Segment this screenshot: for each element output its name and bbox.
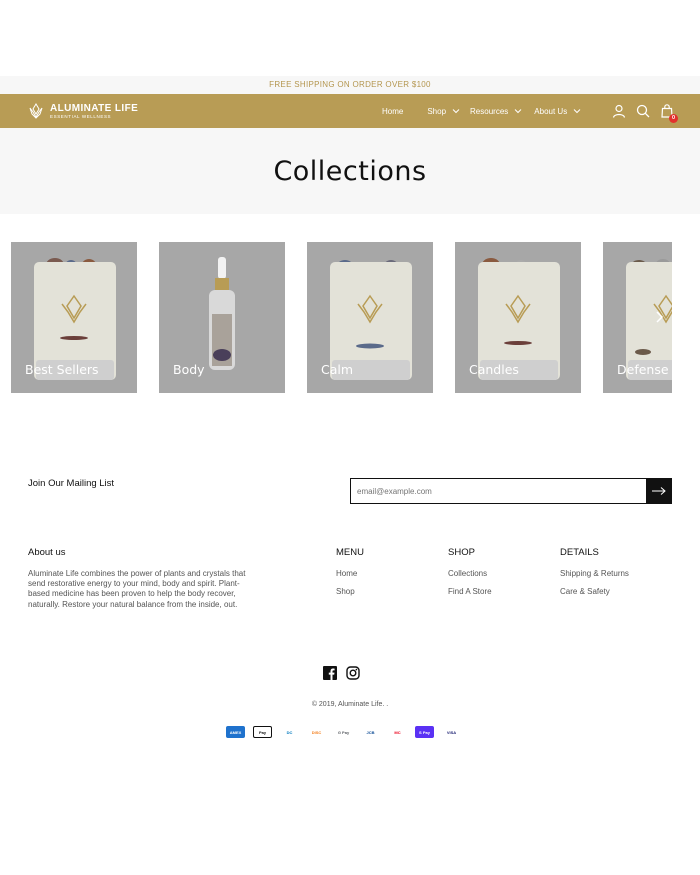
copyright-text: © 2019, Aluminate Life. . xyxy=(311,701,389,708)
collection-label: Defense xyxy=(617,362,669,377)
footer-link-collections[interactable]: Collections xyxy=(448,569,492,578)
nav-about[interactable]: About Us xyxy=(534,107,581,116)
footer-shop-heading: SHOP xyxy=(448,547,475,558)
nav-about-label: About Us xyxy=(534,106,568,116)
footer-about: About us Aluminate Life combines the pow… xyxy=(28,547,253,610)
collection-card-best-sellers[interactable]: Best Sellers xyxy=(11,242,137,393)
nav-shop-label: Shop xyxy=(427,106,447,116)
nav-resources-label: Resources xyxy=(470,106,509,116)
google-pay-icon: G Pay xyxy=(334,726,353,738)
instagram-icon[interactable] xyxy=(346,666,360,680)
cart-button[interactable]: 0 xyxy=(660,104,678,123)
account-icon[interactable] xyxy=(612,104,626,118)
collection-card-body[interactable]: Body xyxy=(159,242,285,393)
discover-icon: DISC xyxy=(307,726,326,738)
newsletter-form xyxy=(350,478,672,504)
jcb-icon: JCB xyxy=(361,726,380,738)
collection-label: Body xyxy=(173,362,205,377)
main-nav: Home Shop Resources About Us xyxy=(382,94,581,128)
page-hero: Collections xyxy=(0,128,700,214)
nav-shop[interactable]: Shop xyxy=(427,107,460,116)
footer-details-column: DETAILS Shipping & Returns Care & Safety xyxy=(560,547,629,605)
apple-pay-icon: Pay xyxy=(253,726,272,738)
collections-slider: Best Sellers Body Calm Candles Defense xyxy=(0,242,672,393)
chevron-right-icon[interactable] xyxy=(650,308,668,326)
footer-link-care-safety[interactable]: Care & Safety xyxy=(560,587,629,596)
footer-link-find-a-store[interactable]: Find A Store xyxy=(448,587,492,596)
site-header: ALUMINATE LIFE ESSENTIAL WELLNESS Home S… xyxy=(0,94,700,128)
lotus-logo-icon xyxy=(29,103,43,119)
nav-resources[interactable]: Resources xyxy=(470,107,522,116)
collection-card-candles[interactable]: Candles xyxy=(455,242,581,393)
payment-icons: AMEX Pay DC DISC G Pay JCB MC S Pay VISA xyxy=(226,726,461,738)
footer-shop-column: SHOP Collections Find A Store xyxy=(448,547,492,605)
footer-link-shipping-returns[interactable]: Shipping & Returns xyxy=(560,569,629,578)
collection-label: Candles xyxy=(469,362,519,377)
shop-pay-icon: S Pay xyxy=(415,726,434,738)
top-spacer xyxy=(0,0,700,76)
chevron-down-icon xyxy=(452,109,460,114)
arrow-right-icon xyxy=(652,487,666,495)
mastercard-icon: MC xyxy=(388,726,407,738)
search-icon[interactable] xyxy=(636,104,650,118)
footer-menu-column: MENU Home Shop xyxy=(336,547,364,605)
email-input[interactable] xyxy=(350,478,646,504)
footer-link-shop[interactable]: Shop xyxy=(336,587,364,596)
collection-label: Calm xyxy=(321,362,354,377)
brand-tagline: ESSENTIAL WELLNESS xyxy=(50,113,112,119)
about-heading: About us xyxy=(28,547,66,558)
subscribe-button[interactable] xyxy=(646,478,672,504)
page-title: Collections xyxy=(273,155,427,187)
collection-label: Best Sellers xyxy=(25,362,99,377)
collection-card-calm[interactable]: Calm xyxy=(307,242,433,393)
amex-icon: AMEX xyxy=(226,726,245,738)
chevron-down-icon xyxy=(573,109,581,114)
footer-menu-heading: MENU xyxy=(336,547,364,558)
brand-name: ALUMINATE LIFE xyxy=(50,102,139,114)
footer-link-home[interactable]: Home xyxy=(336,569,364,578)
diners-club-icon: DC xyxy=(280,726,299,738)
brand-logo[interactable]: ALUMINATE LIFE ESSENTIAL WELLNESS xyxy=(28,103,138,120)
social-links xyxy=(323,666,360,680)
cart-count-badge: 0 xyxy=(669,114,678,123)
mailing-list-label: Join Our Mailing List xyxy=(28,478,115,489)
header-actions: 0 xyxy=(612,94,678,128)
footer-details-heading: DETAILS xyxy=(560,547,599,558)
chevron-down-icon xyxy=(514,109,522,114)
nav-home-label: Home xyxy=(382,106,404,116)
announcement-bar: FREE SHIPPING ON ORDER OVER $100 xyxy=(0,76,700,94)
nav-home[interactable]: Home xyxy=(382,107,403,116)
visa-icon: VISA xyxy=(442,726,461,738)
about-text: Aluminate Life combines the power of pla… xyxy=(28,569,246,609)
facebook-icon[interactable] xyxy=(323,666,337,680)
